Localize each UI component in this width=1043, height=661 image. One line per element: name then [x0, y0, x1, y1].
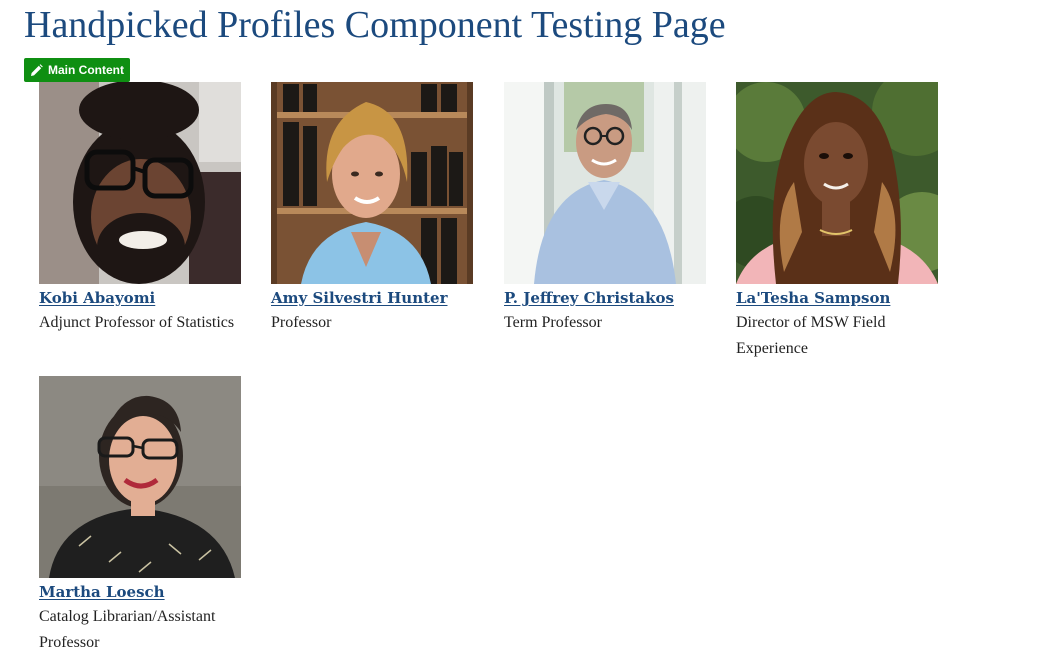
profile-photo[interactable]	[39, 376, 241, 578]
profile-title: Professor	[271, 314, 332, 331]
profile-card: La'Tesha Sampson Director of MSW Field E…	[736, 82, 946, 362]
page-title: Handpicked Profiles Component Testing Pa…	[24, 4, 726, 46]
profile-name-link[interactable]: P. Jeffrey Christakos	[504, 288, 674, 308]
profile-title: Adjunct Professor of Statistics	[39, 314, 235, 331]
main-content-edit-tab[interactable]: Main Content	[24, 58, 130, 82]
profile-photo[interactable]	[504, 82, 706, 284]
profile-name-link[interactable]: Kobi Abayomi	[39, 288, 155, 308]
profile-card: Amy Silvestri Hunter Professor	[271, 82, 481, 336]
profile-title: Director of MSW Field Experience	[736, 314, 886, 357]
profile-name-link[interactable]: Amy Silvestri Hunter	[271, 288, 448, 308]
main-content-label: Main Content	[48, 63, 124, 77]
profile-card: Kobi Abayomi Adjunct Professor of Statis…	[39, 82, 249, 336]
profile-name-link[interactable]: Martha Loesch	[39, 582, 165, 602]
profile-photo[interactable]	[39, 82, 241, 284]
pencil-icon	[30, 63, 43, 77]
profile-card: P. Jeffrey Christakos Term Professor	[504, 82, 714, 336]
profile-photo[interactable]	[271, 82, 473, 284]
profile-photo[interactable]	[736, 82, 938, 284]
profile-card: Martha Loesch Catalog Librarian/Assistan…	[39, 376, 249, 656]
profile-title: Catalog Librarian/Assistant Professor	[39, 608, 216, 651]
profile-title: Term Professor	[504, 314, 602, 331]
profile-name-link[interactable]: La'Tesha Sampson	[736, 288, 890, 308]
